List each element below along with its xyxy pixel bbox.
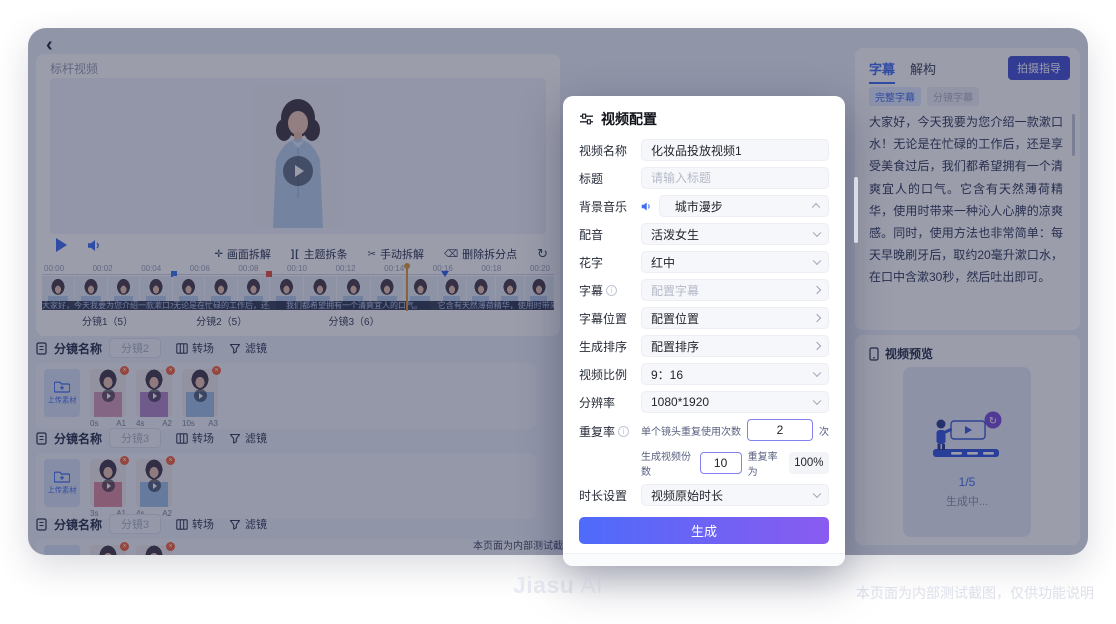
page: 标杆视频 xyxy=(0,0,1116,624)
resolution-select[interactable]: 1080*1920 xyxy=(641,391,829,413)
settings-sliders-icon xyxy=(579,112,594,126)
video-name-label: 视频名称 xyxy=(579,142,641,159)
chevron-up-icon xyxy=(812,203,820,211)
title-label: 标题 xyxy=(579,170,641,187)
voice-select[interactable]: 活泼女生 xyxy=(641,223,829,245)
subtitle-label: 字幕 xyxy=(579,282,641,299)
title-input[interactable] xyxy=(641,167,829,189)
per-shot-label: 单个镜头重复使用次数 xyxy=(641,423,741,438)
page-footer-note: 本页面为内部测试截图，仅供功能说明 xyxy=(856,583,1094,603)
generate-order-label: 生成排序 xyxy=(579,338,641,355)
fancy-text-select[interactable]: 红中 xyxy=(641,251,829,273)
modal-scrollbar[interactable] xyxy=(854,177,858,243)
modal-footer xyxy=(563,553,845,566)
info-icon xyxy=(606,285,617,296)
copies-label: 生成视频份数 xyxy=(641,448,694,478)
per-shot-count-input[interactable] xyxy=(747,419,813,441)
repeat-rate-label: 重复率 xyxy=(579,423,641,440)
copies-count-input[interactable] xyxy=(700,452,742,474)
aspect-ratio-label: 视频比例 xyxy=(579,366,641,383)
bgm-select[interactable]: 城市漫步 xyxy=(659,195,829,217)
fancy-text-label: 花字 xyxy=(579,254,641,271)
generate-button[interactable]: 生成 xyxy=(579,517,829,544)
modal-backdrop[interactable] xyxy=(28,28,1088,555)
duration-label: 时长设置 xyxy=(579,487,641,504)
voice-label: 配音 xyxy=(579,226,641,243)
video-name-input[interactable] xyxy=(641,139,829,161)
aspect-ratio-select[interactable]: 9：16 xyxy=(641,363,829,385)
per-shot-unit: 次 xyxy=(819,423,829,438)
speaker-icon[interactable] xyxy=(641,201,652,212)
modal-title: 视频配置 xyxy=(601,109,657,129)
duration-select[interactable]: 视频原始时长 xyxy=(641,484,829,506)
subtitle-position-label: 字幕位置 xyxy=(579,310,641,327)
resolution-label: 分辨率 xyxy=(579,394,641,411)
generate-order-link[interactable]: 配置排序 xyxy=(641,335,829,357)
rate-label: 重复率为 xyxy=(748,448,783,478)
subtitle-position-link[interactable]: 配置位置 xyxy=(641,307,829,329)
info-icon xyxy=(618,426,629,437)
subtitle-config-link[interactable]: 配置字幕 xyxy=(641,279,829,301)
video-config-modal: 视频配置 视频名称 标题 背景音乐 城市漫步 xyxy=(563,96,845,566)
repeat-rate-value: 100% xyxy=(789,452,829,474)
bgm-label: 背景音乐 xyxy=(579,198,641,215)
app-window: 标杆视频 xyxy=(28,28,1088,555)
